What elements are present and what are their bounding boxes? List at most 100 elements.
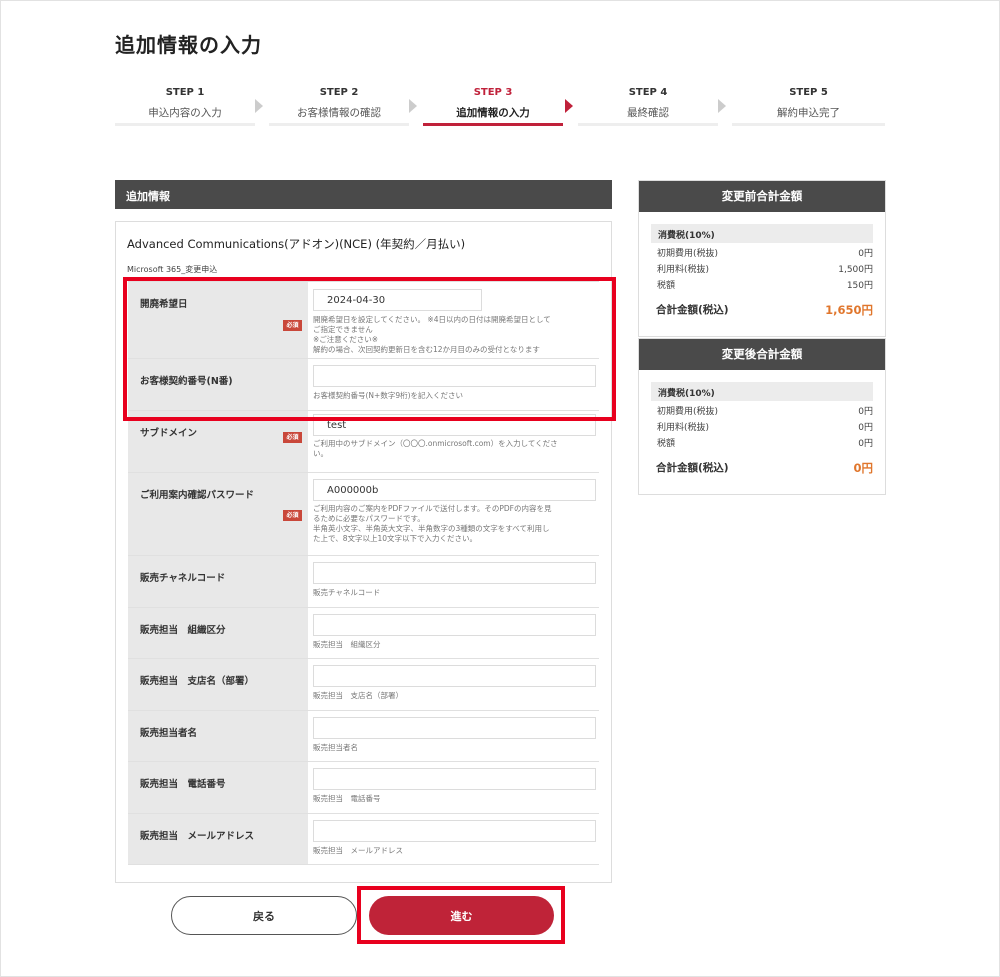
step-bar	[269, 123, 409, 126]
page-title: 追加情報の入力	[115, 33, 262, 57]
field-help: 販売担当者名	[313, 742, 358, 752]
field-label-cell: サブドメイン 必須	[128, 411, 308, 472]
field-value-cell: 開廃希望日を設定してください。 ※4日以内の日付は開廃希望日として ご指定できま…	[308, 282, 599, 358]
step-number: STEP 3	[473, 87, 513, 98]
step-label: 解約申込完了	[777, 107, 840, 119]
field-value-cell: 販売担当 電話番号	[308, 762, 599, 813]
summary-line: 税額 0円	[657, 439, 873, 449]
step-number: STEP 5	[789, 87, 828, 98]
field-label-cell: 販売チャネルコード	[128, 556, 308, 607]
summary-after-panel: 変更後合計金額 消費税(10%) 初期費用(税抜) 0円 利用料(税抜) 0円 …	[638, 338, 886, 495]
sales-branch-input[interactable]	[313, 665, 596, 687]
sales-rep-name-input[interactable]	[313, 716, 596, 739]
required-badge: 必須	[283, 320, 302, 331]
summary-before-panel: 変更前合計金額 消費税(10%) 初期費用(税抜) 0円 利用料(税抜) 1,5…	[638, 180, 886, 337]
step-arrow-icon	[565, 99, 573, 113]
product-subtitle: Microsoft 365_変更申込	[127, 265, 218, 274]
field-value-cell: ご利用内容のご案内をPDFファイルで送付します。そのPDFの内容を見 るために必…	[308, 473, 599, 555]
sales-channel-code-input[interactable]	[313, 562, 596, 584]
field-label: 販売担当 メールアドレス	[140, 830, 255, 842]
step-bar	[578, 123, 718, 126]
field-value-cell: 販売担当者名	[308, 711, 599, 762]
step-bar	[115, 123, 255, 126]
field-label: 販売担当 支店名（部署）	[140, 676, 255, 687]
total-amount: 1,650円	[825, 303, 873, 317]
field-label-cell: 販売担当 電話番号	[128, 762, 308, 813]
step-label: 申込内容の入力	[148, 107, 222, 119]
step-number: STEP 1	[165, 87, 205, 98]
summary-total: 合計金額(税込) 1,650円	[656, 303, 873, 317]
sales-org-division-input[interactable]	[313, 613, 596, 636]
sales-phone-input[interactable]	[313, 768, 596, 790]
total-amount: 0円	[853, 461, 873, 475]
additional-info-form: Advanced Communications(アドオン)(NCE) (年契約／…	[115, 221, 612, 883]
field-label: 販売チャネルコード	[140, 573, 226, 584]
step-1: STEP 1 申込内容の入力	[115, 86, 255, 126]
field-label: 販売担当者名	[140, 727, 198, 739]
step-label: お客様情報の確認	[297, 107, 381, 119]
form-row-sales-channel-code: 販売チャネルコード 販売チャネルコード	[128, 556, 599, 608]
form-row-sales-rep-name: 販売担当者名 販売担当者名	[128, 710, 599, 762]
form-row-sales-email: 販売担当 メールアドレス 販売担当 メールアドレス	[128, 813, 599, 865]
required-badge: 必須	[283, 510, 302, 521]
password-input[interactable]	[313, 479, 596, 501]
field-label-cell: 販売担当 組織区分	[128, 607, 308, 658]
field-label: お客様契約番号(N番)	[140, 376, 233, 387]
step-arrow-icon	[255, 99, 263, 113]
contract-number-input[interactable]	[313, 365, 596, 387]
field-label-cell: お客様契約番号(N番)	[128, 359, 308, 410]
field-help: 販売チャネルコード	[313, 588, 381, 597]
summary-line: 利用料(税抜) 1,500円	[657, 265, 873, 275]
field-value-cell: ご利用中のサブドメイン（〇〇〇.onmicrosoft.com）を入力してくださ…	[308, 411, 599, 472]
tax-label: 消費税(10%)	[651, 224, 873, 243]
form-row-contract-number: お客様契約番号(N番) お客様契約番号(N+数字9桁)を記入ください	[128, 359, 599, 411]
step-number: STEP 4	[628, 87, 668, 98]
next-button[interactable]: 進む	[369, 896, 554, 935]
step-bar	[732, 123, 885, 126]
step-5: STEP 5 解約申込完了	[732, 86, 885, 126]
field-help: 開廃希望日を設定してください。 ※4日以内の日付は開廃希望日として ご指定できま…	[313, 315, 551, 354]
form-row-sales-org-division: 販売担当 組織区分 販売担当 組織区分	[128, 607, 599, 659]
step-3: STEP 3 追加情報の入力	[423, 86, 563, 126]
field-label-cell: 販売担当者名	[128, 710, 308, 761]
field-help: 販売担当 電話番号	[313, 794, 381, 803]
form-row-subdomain: サブドメイン 必須 ご利用中のサブドメイン（〇〇〇.onmicrosoft.co…	[128, 411, 599, 473]
stepper: STEP 1 申込内容の入力 STEP 2 お客様情報の確認 STEP 3 追加…	[115, 86, 885, 130]
summary-total: 合計金額(税込) 0円	[656, 461, 873, 475]
section-header: 追加情報	[115, 180, 612, 209]
step-label: 最終確認	[627, 107, 669, 119]
summary-title: 変更後合計金額	[639, 339, 885, 370]
field-help: 販売担当 支店名（部署）	[313, 691, 403, 700]
field-label: ご利用案内確認パスワード	[140, 490, 255, 501]
field-label-cell: ご利用案内確認パスワード 必須	[128, 473, 308, 555]
back-button[interactable]: 戻る	[171, 896, 357, 935]
step-4: STEP 4 最終確認	[578, 86, 718, 126]
field-help: ご利用内容のご案内をPDFファイルで送付します。そのPDFの内容を見 るために必…	[313, 504, 552, 543]
field-value-cell: 販売担当 メールアドレス	[308, 814, 599, 865]
field-label-cell: 販売担当 メールアドレス	[128, 813, 308, 864]
field-label: 販売担当 組織区分	[140, 624, 226, 636]
summary-line: 利用料(税抜) 0円	[657, 423, 873, 433]
step-bar	[423, 123, 563, 126]
required-badge: 必須	[283, 432, 302, 443]
field-help: 販売担当 メールアドレス	[313, 845, 403, 855]
step-2: STEP 2 お客様情報の確認	[269, 86, 409, 126]
subdomain-input[interactable]	[313, 414, 596, 436]
sales-email-input[interactable]	[313, 819, 596, 842]
field-label: 開廃希望日	[140, 299, 188, 310]
cancel-date-input[interactable]	[313, 289, 482, 311]
field-value-cell: 販売チャネルコード	[308, 556, 599, 607]
field-help: 販売担当 組織区分	[313, 639, 381, 649]
form-row-cancel-date: 開廃希望日 必須 開廃希望日を設定してください。 ※4日以内の日付は開廃希望日と…	[128, 282, 599, 359]
product-title: Advanced Communications(アドオン)(NCE) (年契約／…	[127, 237, 466, 251]
step-arrow-icon	[409, 99, 417, 113]
field-label: サブドメイン	[140, 428, 198, 439]
summary-line: 税額 150円	[657, 281, 873, 291]
summary-line: 初期費用(税抜) 0円	[657, 407, 873, 417]
field-label-cell: 販売担当 支店名（部署）	[128, 659, 308, 710]
field-help: ご利用中のサブドメイン（〇〇〇.onmicrosoft.com）を入力してくださ…	[313, 439, 558, 458]
step-number: STEP 2	[319, 87, 359, 98]
tax-label: 消費税(10%)	[651, 382, 873, 401]
step-label: 追加情報の入力	[456, 107, 530, 119]
field-value-cell: 販売担当 組織区分	[308, 608, 599, 659]
